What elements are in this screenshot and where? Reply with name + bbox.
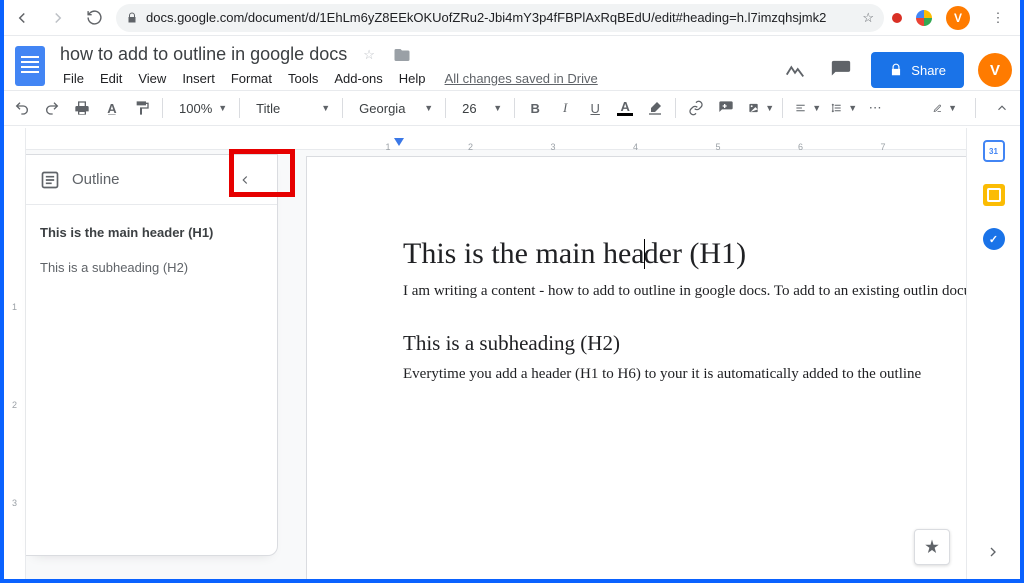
chrome-menu-icon[interactable]: ⋮ [984, 4, 1012, 32]
menu-add-ons[interactable]: Add-ons [327, 69, 389, 88]
calendar-app-icon[interactable] [983, 140, 1005, 162]
tasks-app-icon[interactable] [983, 228, 1005, 250]
move-folder-icon[interactable] [387, 44, 417, 66]
paragraph[interactable]: Everytime you add a header (H1 to H6) to… [403, 364, 966, 386]
paragraph-style-dropdown[interactable]: Title▼ [246, 95, 336, 121]
menu-help[interactable]: Help [392, 69, 433, 88]
explore-button[interactable] [914, 529, 950, 565]
bold-button[interactable]: B [521, 94, 549, 122]
paint-format-button[interactable] [128, 94, 156, 122]
paragraph[interactable]: I am writing a content - how to add to o… [403, 281, 966, 303]
share-button[interactable]: Share [871, 52, 964, 88]
menubar: File Edit View Insert Format Tools Add-o… [56, 69, 608, 88]
reload-button[interactable] [80, 4, 108, 32]
document-page[interactable]: This is the main header (H1) I am writin… [306, 156, 966, 579]
zoom-dropdown[interactable]: 100%▼ [169, 95, 233, 121]
lock-icon [126, 12, 138, 24]
font-size-input[interactable]: 26▼ [452, 95, 508, 121]
browser-toolbar: docs.google.com/document/d/1EhLm6yZ8EEkO… [0, 0, 1024, 36]
font-dropdown[interactable]: Georgia▼ [349, 95, 439, 121]
save-status[interactable]: All changes saved in Drive [435, 69, 608, 88]
align-button[interactable]: ▼ [789, 95, 823, 121]
text-color-button[interactable]: A [611, 94, 639, 122]
extension-icon[interactable] [916, 10, 932, 26]
comments-icon[interactable] [825, 54, 857, 86]
url-text: docs.google.com/document/d/1EhLm6yZ8EEkO… [146, 10, 826, 25]
outline-panel: Outline This is the main header (H1) Thi… [26, 154, 278, 556]
docs-header: how to add to outline in google docs ☆ F… [0, 36, 1024, 90]
text-cursor [644, 239, 645, 269]
editing-mode-button[interactable]: ▼ [923, 95, 963, 121]
menu-tools[interactable]: Tools [281, 69, 325, 88]
italic-button[interactable]: I [551, 94, 579, 122]
keep-app-icon[interactable] [983, 184, 1005, 206]
formatting-toolbar: A̲ 100%▼ Title▼ Georgia▼ 26▼ B I U A ▼ ▼… [0, 90, 1024, 126]
menu-view[interactable]: View [131, 69, 173, 88]
collapse-outline-button[interactable] [227, 162, 263, 198]
heading-1[interactable]: This is the main header (H1) [403, 237, 966, 271]
undo-button[interactable] [8, 94, 36, 122]
horizontal-ruler[interactable]: 1 2 3 4 5 6 7 [26, 128, 966, 150]
address-bar[interactable]: docs.google.com/document/d/1EhLm6yZ8EEkO… [116, 4, 884, 32]
share-label: Share [911, 63, 946, 78]
print-button[interactable] [68, 94, 96, 122]
lock-icon [889, 63, 903, 77]
docs-logo[interactable] [12, 42, 48, 90]
forward-button[interactable] [44, 4, 72, 32]
insert-link-button[interactable] [682, 94, 710, 122]
star-icon[interactable]: ☆ [862, 10, 874, 26]
more-tools-button[interactable]: ⋯ [861, 94, 889, 122]
vertical-ruler: 1 2 3 [4, 128, 26, 579]
menu-file[interactable]: File [56, 69, 91, 88]
profile-avatar[interactable]: V [946, 6, 970, 30]
outline-item[interactable]: This is a subheading (H2) [40, 260, 263, 275]
underline-button[interactable]: U [581, 94, 609, 122]
star-document-icon[interactable]: ☆ [357, 45, 381, 65]
back-button[interactable] [8, 4, 36, 32]
outline-title: Outline [72, 171, 120, 188]
document-title[interactable]: how to add to outline in google docs [56, 42, 351, 67]
side-panel [966, 128, 1020, 579]
insert-comment-button[interactable] [712, 94, 740, 122]
insert-image-button[interactable]: ▼ [742, 95, 776, 121]
heading-2[interactable]: This is a subheading (H2) [403, 331, 966, 356]
hide-menus-button[interactable] [988, 94, 1016, 122]
outline-icon [40, 170, 60, 190]
workspace: 1 2 3 Outline This is the main header (H… [4, 128, 1020, 579]
extension-icon[interactable] [892, 13, 902, 23]
outline-item[interactable]: This is the main header (H1) [40, 225, 263, 240]
account-avatar[interactable]: V [978, 53, 1012, 87]
menu-insert[interactable]: Insert [175, 69, 222, 88]
menu-format[interactable]: Format [224, 69, 279, 88]
activity-icon[interactable] [779, 54, 811, 86]
highlight-color-button[interactable] [641, 94, 669, 122]
menu-edit[interactable]: Edit [93, 69, 129, 88]
hide-side-panel-button[interactable] [978, 537, 1008, 567]
spellcheck-button[interactable]: A̲ [98, 94, 126, 122]
redo-button[interactable] [38, 94, 66, 122]
line-spacing-button[interactable]: ▼ [825, 95, 859, 121]
